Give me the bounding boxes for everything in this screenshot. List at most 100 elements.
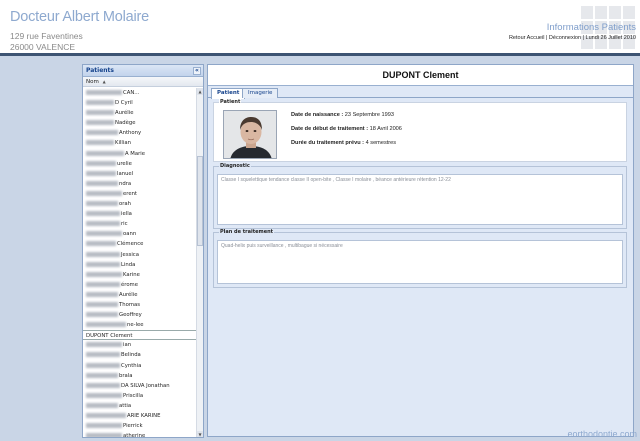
list-item[interactable]: Aurélie — [83, 290, 197, 300]
redacted-surname — [86, 261, 120, 267]
list-item[interactable]: attia — [83, 401, 197, 411]
redacted-surname — [86, 160, 116, 166]
app-header: Docteur Albert Molaire 129 rue Faventine… — [0, 0, 640, 56]
list-item[interactable]: CAN... — [83, 88, 197, 98]
list-item[interactable]: ARIE KARINE — [83, 411, 197, 421]
list-item[interactable]: Thomas — [83, 300, 197, 310]
list-item[interactable]: Killian — [83, 138, 197, 148]
birth-date-field: Date de naissance : 23 Septembre 1993 — [291, 112, 394, 118]
list-item[interactable]: DUPONT Clement — [83, 330, 197, 341]
redacted-surname — [86, 221, 120, 227]
patient-name: Priscilla — [123, 392, 144, 399]
patient-name: Clémence — [117, 241, 144, 248]
diagnostic-legend: Diagnostic — [219, 163, 251, 169]
redacted-surname — [86, 140, 114, 146]
scroll-thumb[interactable] — [197, 156, 203, 246]
patient-name: Belinda — [121, 352, 141, 359]
patient-name: Linda — [121, 261, 136, 268]
redacted-surname — [86, 423, 122, 429]
redacted-surname — [86, 362, 120, 368]
list-item[interactable]: urelie — [83, 159, 197, 169]
redacted-surname — [86, 342, 122, 348]
list-item[interactable]: atherine — [83, 431, 197, 438]
list-item[interactable]: Geoffrey — [83, 310, 197, 320]
scroll-up-icon[interactable]: ▲ — [197, 88, 203, 95]
patients-panel-title: Patients — [86, 67, 114, 74]
treatment-start-value: 18 Avril 2006 — [369, 126, 402, 132]
treatment-duration-field: Durée du traitement prévu : 4 semestres — [291, 140, 396, 146]
redacted-surname — [86, 433, 122, 437]
list-item[interactable]: Cynthia — [83, 361, 197, 371]
patients-panel: Patients « Nom ▲ CAN... D Cyril Aurélie Nad… — [82, 64, 204, 438]
patient-fieldset: Patient Date de naissance : 23 Septembre… — [213, 99, 627, 162]
redacted-surname — [86, 190, 122, 196]
list-item[interactable]: orah — [83, 199, 197, 209]
home-link[interactable]: Retour Accueil — [509, 35, 544, 41]
list-item[interactable]: ric — [83, 219, 197, 229]
scroll-down-icon[interactable]: ▼ — [197, 431, 203, 437]
patient-name: attia — [119, 402, 132, 409]
list-item[interactable]: oann — [83, 229, 197, 239]
redacted-surname — [86, 281, 120, 287]
list-item[interactable]: D Cyril — [83, 98, 197, 108]
list-item[interactable]: DA SILVA Jonathan — [83, 381, 197, 391]
patient-name: CAN... — [123, 90, 140, 96]
list-item[interactable]: iella — [83, 209, 197, 219]
list-item[interactable]: Jessica — [83, 250, 197, 260]
list-item[interactable]: ian — [83, 340, 197, 350]
list-item[interactable]: Belinda — [83, 350, 197, 360]
list-item[interactable]: erent — [83, 189, 197, 199]
patient-name-title: DUPONT Clement — [208, 65, 633, 86]
diagnostic-textarea[interactable]: Classe I squelettique tendance classe II… — [217, 174, 623, 225]
list-item[interactable]: Karine — [83, 270, 197, 280]
redacted-surname — [86, 251, 120, 257]
list-item[interactable]: Clémence — [83, 239, 197, 249]
patient-name: Nadège — [115, 120, 136, 127]
list-item[interactable]: Pierrick — [83, 421, 197, 431]
left-background — [0, 59, 80, 441]
list-item[interactable]: ne-lee — [83, 320, 197, 330]
patient-list-scrollbar[interactable]: ▲ ▼ — [196, 88, 203, 437]
list-item[interactable]: Linda — [83, 260, 197, 270]
column-header-nom[interactable]: Nom ▲ — [83, 77, 203, 87]
patient-name: oann — [123, 231, 137, 238]
patient-name: atherine — [123, 433, 146, 438]
treatment-plan-textarea[interactable]: Quad-helix puis surveillance , multibagu… — [217, 240, 623, 284]
collapse-icon[interactable]: « — [193, 67, 201, 75]
doctor-name: Docteur Albert Molaire — [10, 9, 150, 25]
list-item[interactable]: ndra — [83, 179, 197, 189]
patient-detail-panel: DUPONT Clement Patient Imagerie Patient … — [207, 64, 634, 437]
list-item[interactable]: Aurélie — [83, 108, 197, 118]
redacted-surname — [86, 180, 118, 186]
tab-patient[interactable]: Patient — [211, 88, 246, 99]
list-item[interactable]: Nadège — [83, 118, 197, 128]
redacted-surname — [86, 301, 118, 307]
redacted-surname — [86, 392, 122, 398]
redacted-surname — [86, 322, 126, 328]
redacted-surname — [86, 110, 114, 116]
redacted-surname — [86, 241, 116, 247]
redacted-surname — [86, 120, 114, 126]
tab-imagerie[interactable]: Imagerie — [242, 88, 279, 98]
logout-link[interactable]: Déconnexion — [549, 35, 581, 41]
section-title: Informations Patients — [546, 22, 636, 33]
patient-name: D Cyril — [115, 100, 133, 107]
list-item[interactable]: Priscilla — [83, 391, 197, 401]
redacted-surname — [86, 382, 120, 388]
treatment-plan-legend: Plan de traitement — [219, 229, 275, 235]
list-item[interactable]: érome — [83, 280, 197, 290]
list-item[interactable]: Anthony — [83, 128, 197, 138]
patient-name: DUPONT Clement — [86, 333, 133, 340]
list-item[interactable]: A Marie — [83, 149, 197, 159]
patient-name: brala — [119, 372, 133, 379]
patient-name: ndra — [119, 180, 132, 187]
patient-name: Pierrick — [123, 423, 143, 430]
patient-name: Jessica — [121, 251, 139, 258]
list-item[interactable]: lanuel — [83, 169, 197, 179]
birth-date-value: 23 Septembre 1993 — [344, 112, 394, 118]
list-item[interactable]: brala — [83, 371, 197, 381]
patient-name: Geoffrey — [119, 312, 142, 319]
patient-name: iella — [121, 211, 132, 218]
redacted-surname — [86, 100, 114, 106]
birth-date-label: Date de naissance : — [291, 112, 344, 118]
